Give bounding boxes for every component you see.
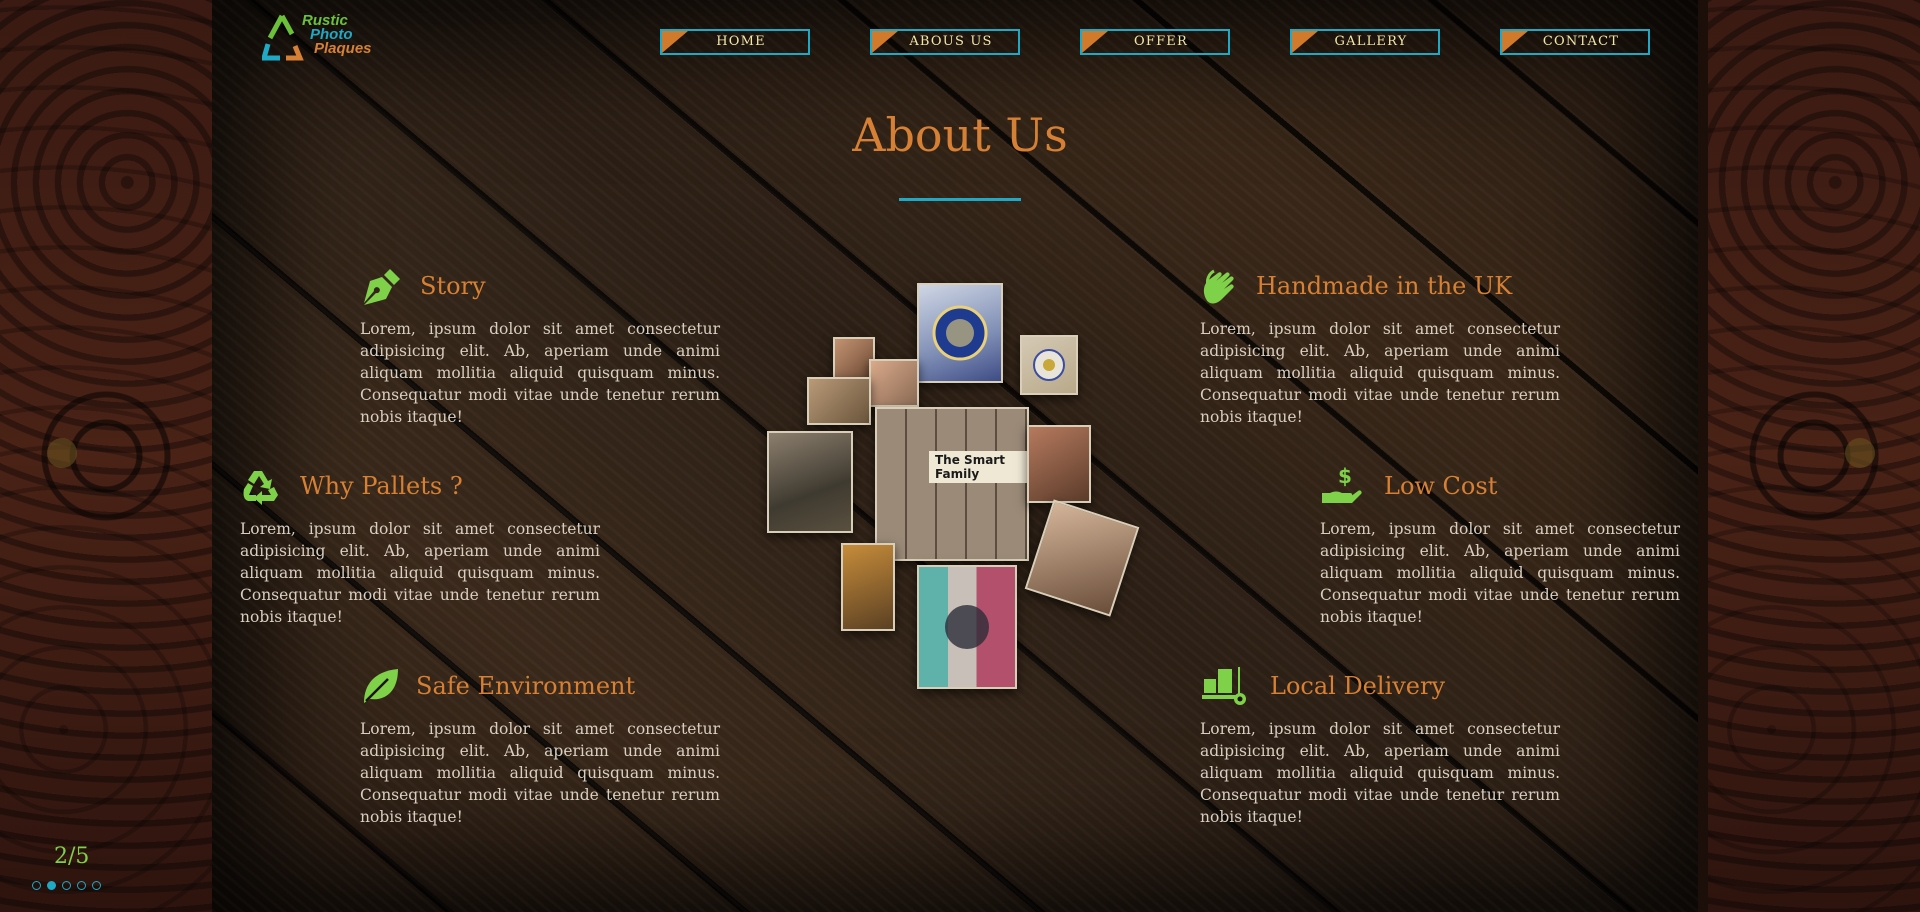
slide-dot-2[interactable] — [47, 881, 56, 890]
feature-pallets-title: Why Pallets ? — [300, 472, 463, 500]
feature-story: Story Lorem, ipsum dolor sit amet consec… — [360, 264, 720, 428]
nav-offer-label: OFFER — [1134, 34, 1188, 49]
photo-plaque-crest — [917, 283, 1003, 383]
nav-corner-icon — [1292, 31, 1318, 53]
slide-dot-1[interactable] — [32, 881, 41, 890]
slide-dot-4[interactable] — [77, 881, 86, 890]
nav-contact-label: CONTACT — [1542, 34, 1620, 49]
feature-handmade: Handmade in the UK Lorem, ipsum dolor si… — [1200, 264, 1560, 428]
photo-plaque-collage: The Smart Family — [765, 275, 1155, 695]
feature-pallets: Why Pallets ? Lorem, ipsum dolor sit ame… — [240, 464, 600, 628]
nav-home-label: HOME — [716, 34, 766, 49]
bird-crest-icon — [945, 605, 989, 649]
photo-plaque-badge — [1020, 335, 1078, 395]
pen-nib-icon — [364, 269, 400, 305]
logo-text: Rustic Photo Plaques — [302, 13, 372, 57]
feature-lowcost-title: Low Cost — [1384, 472, 1498, 500]
club-badge-icon — [1033, 349, 1065, 381]
nav-offer[interactable]: OFFER — [1080, 29, 1230, 55]
feature-safe-body: Lorem, ipsum dolor sit amet consectetur … — [360, 720, 720, 826]
photo-plaque-teal-pink — [917, 565, 1017, 689]
feature-delivery-body: Lorem, ipsum dolor sit amet consectetur … — [1200, 720, 1560, 826]
leaf-icon — [364, 669, 398, 703]
nav-corner-icon — [662, 31, 688, 53]
photo-plaque-smart-family: The Smart Family — [875, 407, 1029, 561]
nav-corner-icon — [1502, 31, 1528, 53]
nav-home[interactable]: HOME — [660, 29, 810, 55]
nav-corner-icon — [1082, 31, 1108, 53]
nav-about[interactable]: ABOUS US — [870, 29, 1020, 55]
recycle-icon — [243, 471, 278, 505]
feature-safe: Safe Environment Lorem, ipsum dolor sit … — [360, 664, 720, 828]
photo-plaque-small-3 — [807, 377, 871, 425]
main-nav: HOME ABOUS US OFFER GALLERY CONTACT — [660, 29, 1650, 55]
nav-gallery-label: GALLERY — [1334, 34, 1408, 49]
prev-slide-button[interactable] — [47, 438, 77, 468]
slide-dot-5[interactable] — [92, 881, 101, 890]
next-slide-button[interactable] — [1845, 438, 1875, 468]
photo-plaque-small-2 — [869, 359, 919, 407]
collage-caption: The Smart Family — [929, 451, 1027, 483]
feature-safe-title: Safe Environment — [416, 672, 636, 700]
feature-handmade-body: Lorem, ipsum dolor sit amet consectetur … — [1200, 320, 1560, 426]
photo-plaque-tilted — [1024, 499, 1140, 617]
nav-about-label: ABOUS US — [909, 34, 993, 49]
slide-dot-3[interactable] — [62, 881, 71, 890]
logo[interactable]: Rustic Photo Plaques — [260, 12, 372, 64]
feature-lowcost: $ Low Cost Lorem, ipsum dolor sit amet c… — [1320, 464, 1680, 628]
feature-lowcost-body: Lorem, ipsum dolor sit amet consectetur … — [1320, 520, 1680, 626]
slide-dots — [32, 881, 101, 890]
feature-story-body: Lorem, ipsum dolor sit amet consectetur … — [360, 320, 720, 426]
photo-plaque-right — [1027, 425, 1091, 503]
nav-gallery[interactable]: GALLERY — [1290, 29, 1440, 55]
page-title: About Us — [852, 108, 1068, 162]
svg-text:$: $ — [1338, 465, 1352, 488]
feature-story-title: Story — [420, 272, 486, 300]
nav-contact[interactable]: CONTACT — [1500, 29, 1650, 55]
hands-icon — [1203, 269, 1234, 304]
feature-handmade-title: Handmade in the UK — [1256, 272, 1513, 300]
football-crest-icon — [932, 305, 988, 361]
feature-delivery: Local Delivery Lorem, ipsum dolor sit am… — [1200, 664, 1560, 828]
hand-dollar-icon: $ — [1322, 465, 1362, 503]
photo-plaque-tall — [841, 543, 895, 631]
feature-delivery-title: Local Delivery — [1270, 672, 1446, 700]
feature-pallets-body: Lorem, ipsum dolor sit amet consectetur … — [240, 520, 600, 626]
photo-plaque-family — [767, 431, 853, 533]
logo-word-plaques: Plaques — [314, 40, 372, 57]
slide-counter: 2/5 — [54, 844, 90, 869]
title-underline — [899, 198, 1021, 201]
recycle-triangle-logo-icon — [260, 14, 304, 61]
nav-corner-icon — [872, 31, 898, 53]
dolly-icon — [1202, 667, 1246, 705]
